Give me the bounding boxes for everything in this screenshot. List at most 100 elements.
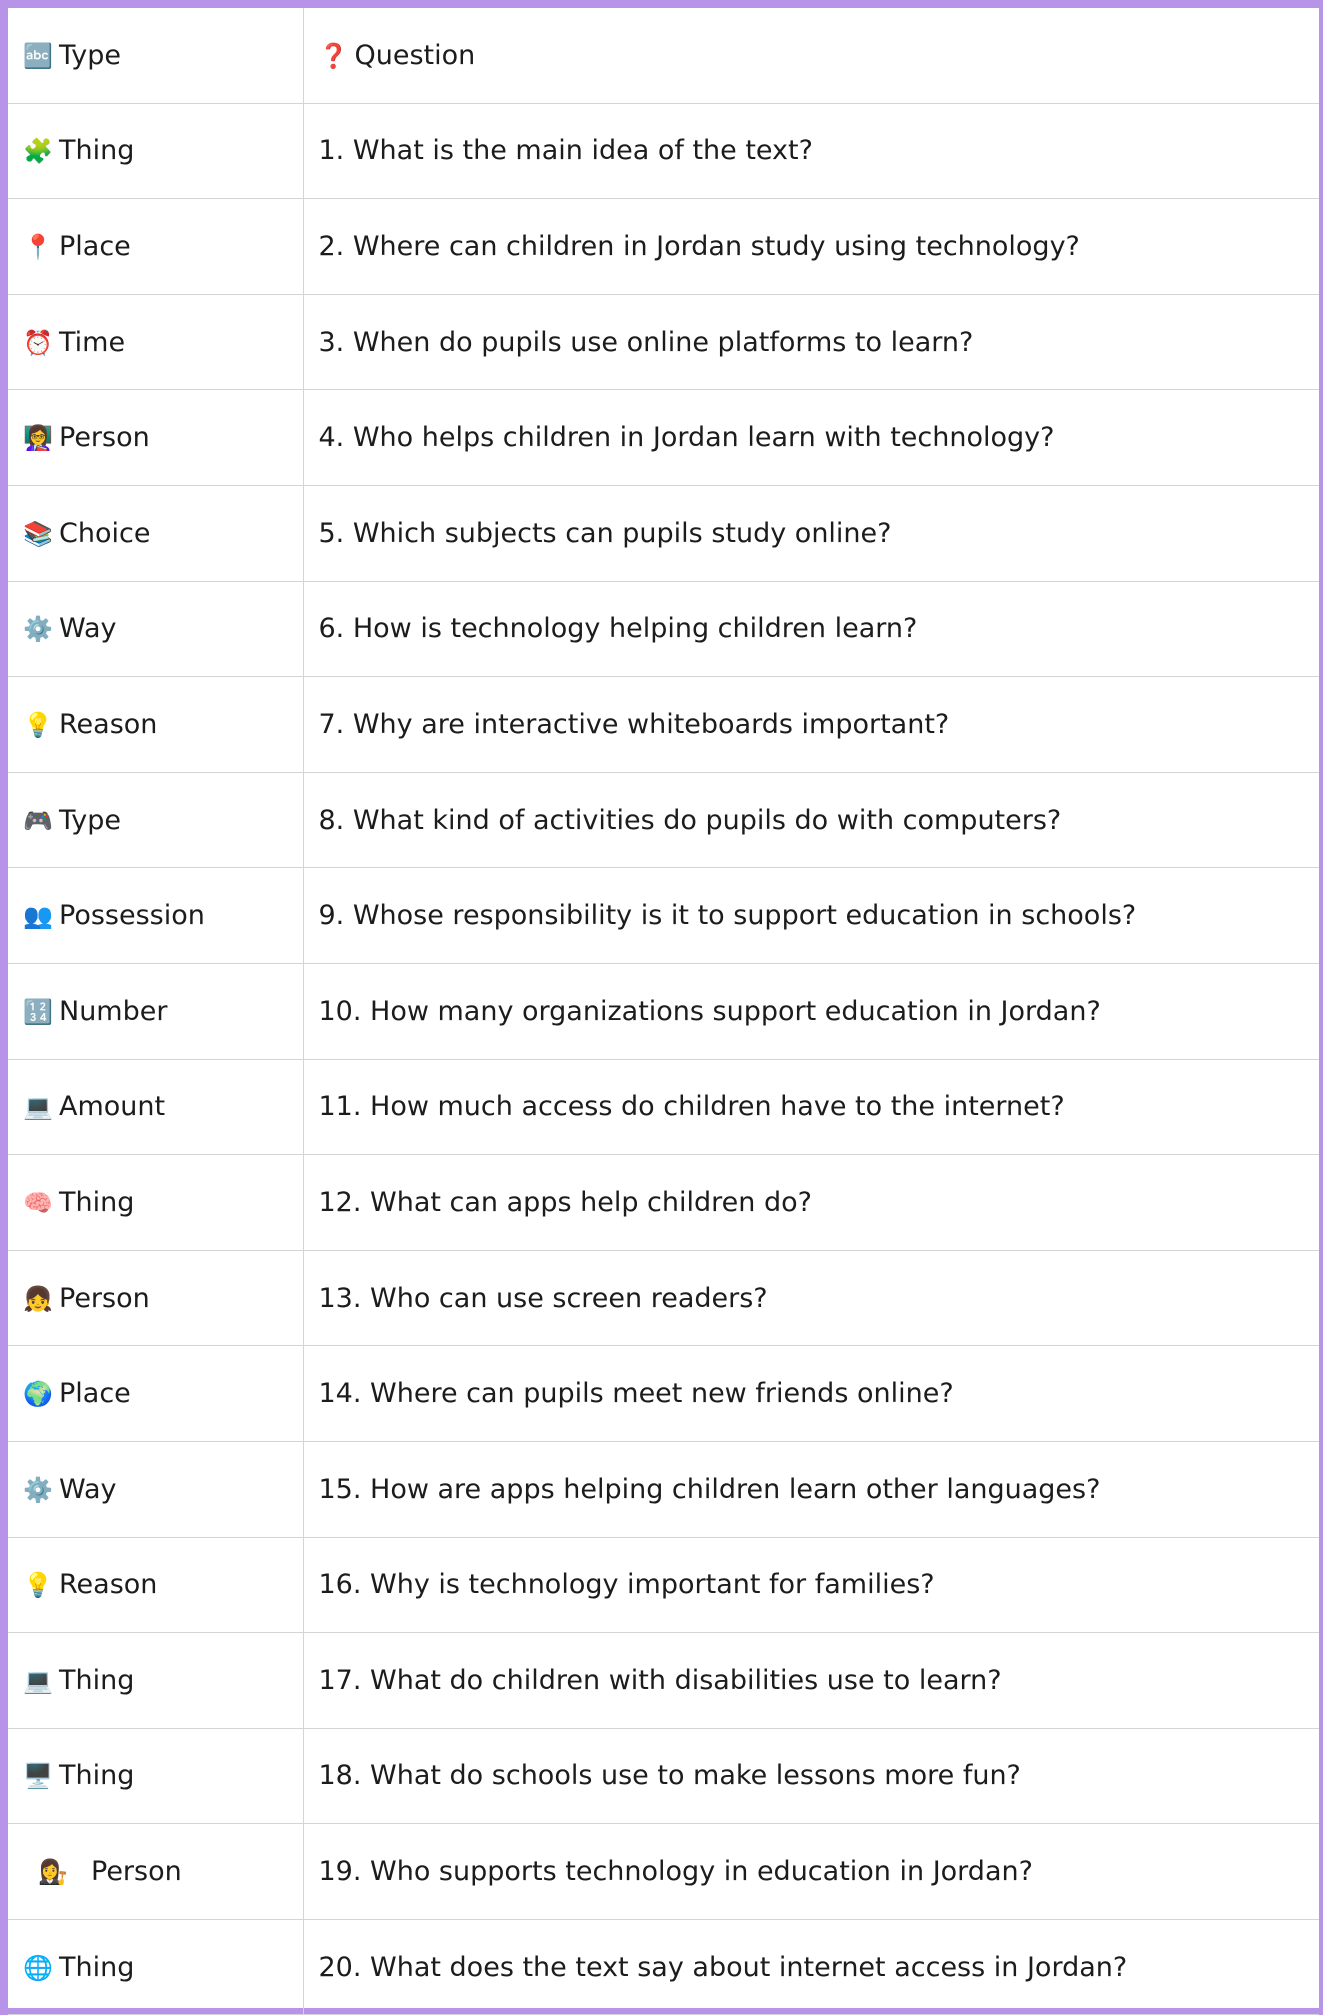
question-cell: 13. Who can use screen readers? [303, 1249, 1319, 1347]
question-cell: 8. What kind of activities do pupils do … [303, 771, 1319, 869]
table-row: 📍 Place 2. Where can children in Jordan st… [8, 198, 1319, 295]
laptop-icon: 💻 [23, 1093, 53, 1122]
type-cell: 📍 Place [8, 198, 304, 295]
question-text: 6. How is technology helping children le… [318, 613, 918, 645]
type-label: Thing [59, 135, 135, 167]
child-icon: 👧 [23, 1284, 53, 1313]
question-rows: 🧩 Thing 1. What is the main idea of the te… [8, 102, 1319, 2015]
table-row: 🌍 Place 14. Where can pupils meet new frie… [8, 1345, 1319, 1442]
type-label: Type [59, 804, 122, 836]
question-text: 5. Which subjects can pupils study onlin… [318, 517, 892, 549]
question-text: 9. Whose responsibility is it to support… [318, 900, 1137, 932]
table-row: 🧠 Thing 12. What can apps help children do… [8, 1154, 1319, 1251]
type-cell: 🎮 Type [8, 771, 304, 869]
type-cell: 👩‍⚖️ Person [8, 1823, 304, 1920]
type-label: Number [59, 995, 168, 1027]
question-text: 2. Where can children in Jordan study us… [318, 230, 1080, 262]
question-cell: 11. How much access do children have to … [303, 1058, 1319, 1156]
question-cell: 19. Who supports technology in education… [303, 1823, 1319, 1920]
question-text: 3. When do pupils use online platforms t… [318, 326, 974, 358]
people-icon: 👥 [23, 902, 53, 931]
type-label: Thing [59, 1951, 135, 1983]
question-text: 7. Why are interactive whiteboards impor… [318, 708, 950, 740]
type-label: Thing [59, 1760, 135, 1792]
question-text: 20. What does the text say about interne… [318, 1951, 1128, 1983]
brain-icon: 🧠 [23, 1188, 53, 1217]
table-row: 👩‍🏫 Person 4. Who helps children in Jordan… [8, 389, 1319, 486]
question-column-header: ❓ Question [303, 8, 1319, 104]
question-text: 11. How much access do children have to … [318, 1091, 1065, 1123]
question-cell: 7. Why are interactive whiteboards impor… [303, 676, 1319, 773]
type-cell: 💻 Amount [8, 1058, 304, 1156]
question-text: 8. What kind of activities do pupils do … [318, 804, 1062, 836]
globe-icon: 🌍 [23, 1380, 53, 1409]
question-cell: 4. Who helps children in Jordan learn wi… [303, 389, 1319, 486]
type-cell: 👥 Possession [8, 867, 304, 964]
table-row: 👥 Possession 9. Whose responsibility is it… [8, 867, 1319, 964]
desktop-computer-icon: 🖥️ [23, 1762, 53, 1791]
table-row: 📚 Choice 5. Which subjects can pupils stud… [8, 484, 1319, 582]
question-cell: 14. Where can pupils meet new friends on… [303, 1345, 1319, 1442]
type-header-label: Type [59, 39, 122, 71]
table-row: 🧩 Thing 1. What is the main idea of the te… [8, 102, 1319, 200]
abc-icon: 🔤 [23, 41, 53, 70]
question-cell: 18. What do schools use to make lessons … [303, 1727, 1319, 1825]
type-cell: 🌐 Thing [8, 1918, 304, 2015]
table-row: 🔢 Number 10. How many organizations suppor… [8, 962, 1319, 1060]
type-cell: 💡 Reason [8, 1536, 304, 1634]
type-label: Person [59, 1282, 150, 1314]
question-cell: 3. When do pupils use online platforms t… [303, 293, 1319, 391]
question-text: 18. What do schools use to make lessons … [318, 1760, 1021, 1792]
table-row: 👩‍⚖️ Person 19. Who supports technology in… [8, 1823, 1319, 1920]
question-cell: 5. Which subjects can pupils study onlin… [303, 484, 1319, 582]
question-cell: 15. How are apps helping children learn … [303, 1440, 1319, 1538]
table-row: 🎮 Type 8. What kind of activities do pupil… [8, 771, 1319, 869]
question-text: 14. Where can pupils meet new friends on… [318, 1378, 954, 1410]
type-cell: 🌍 Place [8, 1345, 304, 1442]
type-cell: ⚙️ Way [8, 580, 304, 678]
question-cell: 9. Whose responsibility is it to support… [303, 867, 1319, 964]
pin-icon: 📍 [23, 232, 53, 261]
type-cell: 👧 Person [8, 1249, 304, 1347]
question-table: 🔤 Type ❓ Question 🧩 Thing 1. What is the mai… [8, 8, 1319, 2015]
type-cell: 🧠 Thing [8, 1154, 304, 1251]
question-text: 4. Who helps children in Jordan learn wi… [318, 422, 1055, 454]
table-row: 🌐 Thing 20. What does the text say about i… [8, 1918, 1319, 2015]
question-cell: 12. What can apps help children do? [303, 1154, 1319, 1251]
type-cell: ⏰ Time [8, 293, 304, 391]
question-text: 17. What do children with disabilities u… [318, 1664, 1002, 1696]
type-cell: 💡 Reason [8, 676, 304, 773]
type-cell: 👩‍🏫 Person [8, 389, 304, 486]
table-row: 💡 Reason 16. Why is technology important f… [8, 1536, 1319, 1634]
table-row: ⏰ Time 3. When do pupils use online platfo… [8, 293, 1319, 391]
type-cell: 🔢 Number [8, 962, 304, 1060]
type-label: Reason [59, 1569, 158, 1601]
question-cell: 20. What does the text say about interne… [303, 1918, 1319, 2015]
gear-icon: ⚙️ [23, 1475, 53, 1504]
judge-icon: 👩‍⚖️ [38, 1858, 70, 1887]
question-mark-icon: ❓ [318, 41, 349, 70]
worksheet-frame: 🔤 Type ❓ Question 🧩 Thing 1. What is the mai… [8, 8, 1319, 2015]
lightbulb-icon: 💡 [23, 710, 53, 739]
table-row: 🖥️ Thing 18. What do schools use to make l… [8, 1727, 1319, 1825]
question-text: 12. What can apps help children do? [318, 1186, 812, 1218]
type-label: Choice [59, 517, 151, 549]
table-row: 💻 Amount 11. How much access do children h… [8, 1058, 1319, 1156]
question-text: 13. Who can use screen readers? [318, 1282, 768, 1314]
type-label: Thing [59, 1664, 135, 1696]
question-cell: 16. Why is technology important for fami… [303, 1536, 1319, 1634]
table-row: ⚙️ Way 15. How are apps helping children l… [8, 1440, 1319, 1538]
question-text: 16. Why is technology important for fami… [318, 1569, 935, 1601]
table-row: 💻 Thing 17. What do children with disabili… [8, 1632, 1319, 1729]
table-row: 💡 Reason 7. Why are interactive whiteboard… [8, 676, 1319, 773]
gear-icon: ⚙️ [23, 615, 53, 644]
type-label: Person [91, 1856, 182, 1888]
game-controller-icon: 🎮 [23, 806, 53, 835]
question-text: 1. What is the main idea of the text? [318, 135, 813, 167]
type-cell: 📚 Choice [8, 484, 304, 582]
question-cell: 10. How many organizations support educa… [303, 962, 1319, 1060]
lightbulb-icon: 💡 [23, 1571, 53, 1600]
type-label: Thing [59, 1186, 135, 1218]
question-text: 10. How many organizations support educa… [318, 995, 1101, 1027]
type-label: Place [59, 230, 131, 262]
